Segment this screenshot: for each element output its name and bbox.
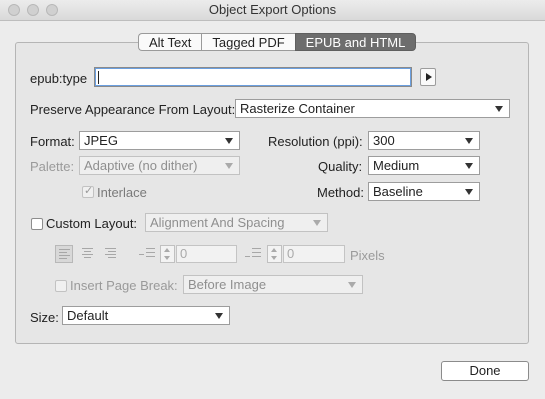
epub-type-label: epub:type [30, 71, 88, 86]
epub-type-menu-button[interactable] [420, 68, 436, 86]
window-title: Object Export Options [208, 2, 337, 17]
space-after-icon [245, 247, 261, 261]
preserve-value: Rasterize Container [240, 101, 355, 116]
space-before-icon [139, 247, 155, 261]
window-titlebar: Object Export Options [0, 0, 545, 21]
method-select[interactable]: Baseline [368, 182, 480, 201]
custom-layout-checkbox[interactable] [31, 218, 43, 230]
chevron-down-icon [348, 282, 356, 288]
format-value: JPEG [84, 133, 118, 148]
quality-value: Medium [373, 158, 420, 173]
resolution-label: Resolution (ppi): [268, 134, 363, 149]
custom-layout-label: Custom Layout: [46, 216, 138, 231]
quality-select[interactable]: Medium [368, 156, 480, 175]
size-value: Default [67, 308, 109, 323]
chevron-down-icon [465, 138, 473, 144]
space-before-field[interactable]: 0 [176, 245, 237, 263]
format-label: Format: [30, 134, 75, 149]
align-center-icon[interactable] [79, 245, 97, 263]
interlace-checkbox[interactable]: ✓ [82, 185, 94, 198]
resolution-select[interactable]: 300 [368, 131, 480, 150]
zoom-icon[interactable] [46, 4, 58, 16]
tab-tagged-pdf[interactable]: Tagged PDF [201, 33, 295, 51]
palette-select[interactable]: Adaptive (no dither) [79, 156, 240, 175]
chevron-down-icon [465, 189, 473, 195]
page-break-value: Before Image [188, 277, 267, 292]
preserve-select[interactable]: Rasterize Container [235, 99, 510, 118]
align-left-icon[interactable] [55, 245, 73, 263]
chevron-down-icon [225, 138, 233, 144]
space-before-stepper[interactable] [160, 245, 175, 263]
interlace-label: Interlace [97, 185, 147, 200]
chevron-down-icon [225, 163, 233, 169]
space-after-field[interactable]: 0 [283, 245, 345, 263]
method-value: Baseline [373, 184, 423, 199]
custom-layout-select[interactable]: Alignment And Spacing [145, 213, 328, 232]
epub-type-input[interactable] [94, 67, 412, 87]
done-button[interactable]: Done [441, 361, 529, 381]
tab-alt-text[interactable]: Alt Text [138, 33, 202, 51]
palette-value: Adaptive (no dither) [84, 158, 198, 173]
checkmark-icon: ✓ [84, 185, 94, 197]
tab-epub-html[interactable]: EPUB and HTML [294, 33, 417, 51]
chevron-down-icon [465, 163, 473, 169]
size-select[interactable]: Default [62, 306, 230, 325]
chevron-down-icon [313, 220, 321, 226]
tab-bar: Alt Text Tagged PDF EPUB and HTML [138, 33, 417, 51]
size-label: Size: [30, 310, 59, 325]
chevron-down-icon [495, 106, 503, 112]
close-icon[interactable] [8, 4, 20, 16]
resolution-value: 300 [373, 133, 395, 148]
page-break-checkbox[interactable] [55, 280, 67, 292]
page-break-select[interactable]: Before Image [183, 275, 363, 294]
palette-label: Palette: [30, 159, 75, 174]
chevron-down-icon [215, 313, 223, 319]
minimize-icon[interactable] [27, 4, 39, 16]
format-select[interactable]: JPEG [79, 131, 240, 150]
quality-label: Quality: [318, 159, 363, 174]
spacing-unit-label: Pixels [350, 248, 385, 263]
page-break-label: Insert Page Break: [70, 278, 178, 293]
preserve-label: Preserve Appearance From Layout: [30, 102, 236, 117]
space-after-stepper[interactable] [267, 245, 282, 263]
text-cursor [98, 71, 99, 84]
align-right-icon[interactable] [102, 245, 120, 263]
method-label: Method: [317, 185, 364, 200]
custom-layout-value: Alignment And Spacing [150, 215, 285, 230]
arrow-right-icon [426, 73, 432, 81]
